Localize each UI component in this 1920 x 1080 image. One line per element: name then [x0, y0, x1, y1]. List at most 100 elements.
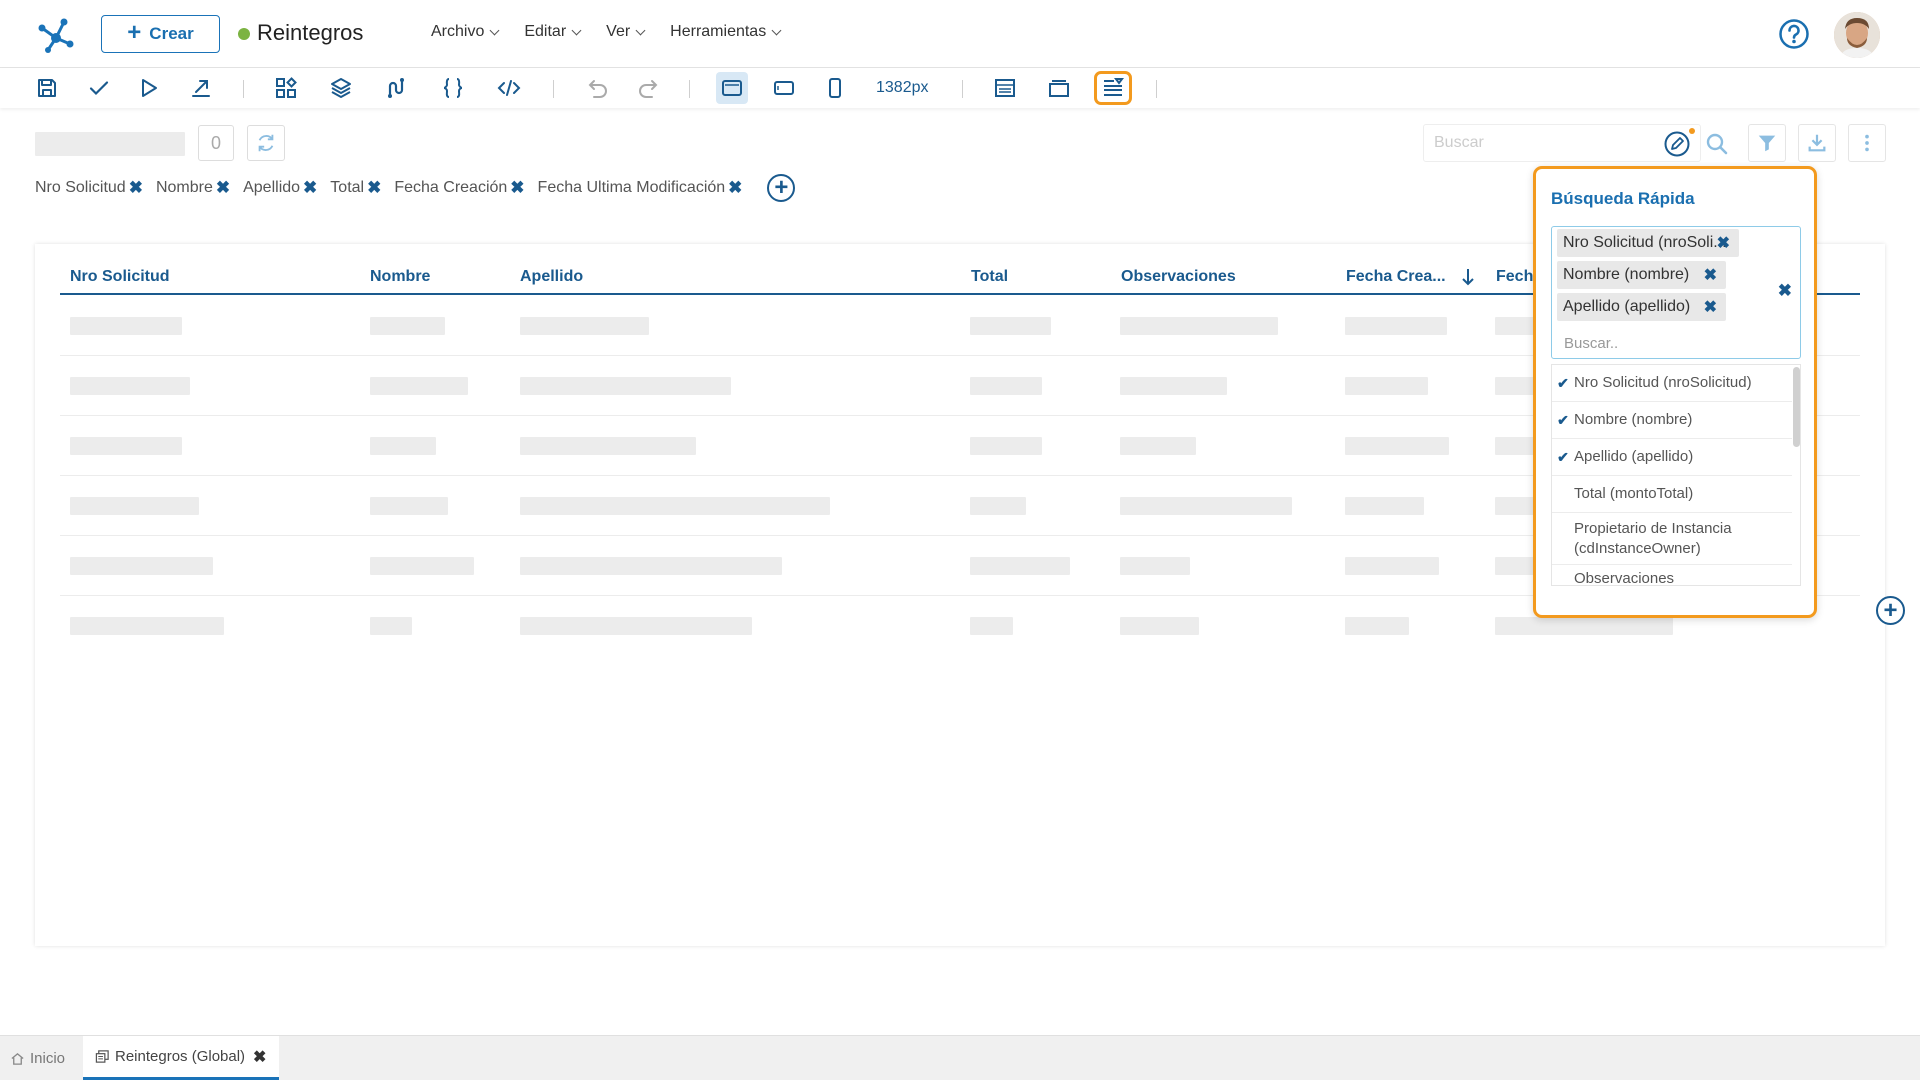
cell-placeholder: [70, 617, 224, 635]
remove-chip-icon[interactable]: ✖: [510, 178, 524, 198]
cell-placeholder: [970, 617, 1013, 635]
column-header-total[interactable]: Total: [971, 268, 1008, 286]
chip-apellido: Apellido ✖: [243, 178, 318, 198]
search-icon[interactable]: [1704, 131, 1730, 157]
menu-editar[interactable]: Editar: [524, 23, 582, 41]
edit-search-icon[interactable]: [1663, 130, 1691, 158]
sort-descending-icon[interactable]: [1461, 268, 1475, 286]
quick-search-filter-input[interactable]: [1564, 335, 1764, 352]
tab-reintegros-global[interactable]: Reintegros (Global) ✖: [83, 1036, 279, 1080]
desktop-view-icon: [722, 80, 742, 96]
cell-placeholder: [370, 317, 445, 335]
cell-placeholder: [520, 437, 696, 455]
remove-chip-icon[interactable]: ✖: [303, 178, 317, 198]
add-column-button[interactable]: +: [1876, 596, 1905, 625]
cell-placeholder: [370, 437, 436, 455]
remove-tag-icon[interactable]: ✖: [1704, 297, 1717, 317]
code-button[interactable]: [493, 72, 525, 104]
remove-chip-icon[interactable]: ✖: [728, 178, 742, 198]
page-title: Reintegros: [257, 20, 364, 45]
option-nombre[interactable]: ✔ Nombre (nombre): [1552, 402, 1792, 439]
column-header-nombre[interactable]: Nombre: [370, 268, 430, 286]
panel-button[interactable]: [1043, 72, 1075, 104]
remove-tag-icon[interactable]: ✖: [1704, 265, 1717, 285]
more-options-button[interactable]: [1848, 124, 1886, 162]
user-avatar[interactable]: [1834, 12, 1880, 58]
save-icon: [38, 79, 56, 97]
layers-button[interactable]: [325, 72, 357, 104]
option-propietario-instancia[interactable]: Propietario de Instancia (cdInstanceOwne…: [1552, 513, 1792, 565]
cell-placeholder: [1495, 377, 1535, 395]
checkmark-icon: ✔: [1557, 411, 1569, 428]
remove-tag-icon[interactable]: ✖: [1717, 233, 1730, 253]
cell-placeholder: [1495, 617, 1673, 635]
tab-inicio[interactable]: Inicio: [10, 1036, 65, 1080]
remove-chip-icon[interactable]: ✖: [216, 178, 230, 198]
chevron-down-icon: [571, 25, 582, 35]
script-button[interactable]: [437, 72, 469, 104]
cell-placeholder: [970, 557, 1070, 575]
column-header-observaciones[interactable]: Observaciones: [1121, 268, 1236, 286]
main-menu: Archivo Editar Ver Herramientas: [431, 23, 806, 41]
mobile-view-button[interactable]: [819, 72, 851, 104]
menu-archivo[interactable]: Archivo: [431, 23, 500, 41]
refresh-button[interactable]: [247, 125, 285, 161]
plus-icon: +: [774, 174, 789, 201]
cell-placeholder: [1120, 437, 1196, 455]
flow-button[interactable]: [380, 72, 412, 104]
cell-placeholder: [520, 617, 752, 635]
quick-search-title: Búsqueda Rápida: [1551, 189, 1695, 208]
create-button[interactable]: + Crear: [101, 15, 220, 53]
cell-placeholder: [1345, 377, 1428, 395]
menu-herramientas[interactable]: Herramientas: [670, 23, 782, 41]
options-scrollbar[interactable]: [1793, 367, 1800, 447]
column-header-nro-solicitud[interactable]: Nro Solicitud: [70, 268, 170, 286]
download-button[interactable]: [1798, 124, 1836, 162]
checkmark-icon: ✔: [1557, 374, 1569, 391]
cell-placeholder: [370, 497, 448, 515]
option-total[interactable]: Total (montoTotal): [1552, 476, 1792, 513]
option-apellido[interactable]: ✔ Apellido (apellido): [1552, 439, 1792, 476]
cell-placeholder: [1345, 317, 1447, 335]
option-observaciones[interactable]: Observaciones: [1552, 565, 1792, 585]
column-header-fecha-creacion[interactable]: Fecha Crea...: [1346, 268, 1446, 286]
cell-placeholder: [1345, 437, 1449, 455]
publish-button[interactable]: [185, 72, 217, 104]
close-tab-icon[interactable]: ✖: [253, 1047, 266, 1067]
toolbar-separator: [962, 80, 963, 98]
cell-placeholder: [1345, 557, 1439, 575]
tablet-view-button[interactable]: [768, 72, 800, 104]
code-icon: [497, 80, 521, 96]
widgets-button[interactable]: [270, 72, 302, 104]
menu-ver[interactable]: Ver: [606, 23, 646, 41]
undo-icon: [588, 80, 607, 98]
clear-all-icon[interactable]: ✖: [1778, 281, 1792, 301]
quick-search-chips: Nro Solicitud ✖ Nombre ✖ Apellido ✖ Total ✖ …: [35, 174, 796, 202]
undo-button[interactable]: [582, 72, 614, 104]
cell-placeholder: [70, 377, 190, 395]
add-chip-button[interactable]: +: [767, 174, 796, 202]
column-header-fecha-modificacion[interactable]: Fech: [1496, 268, 1533, 286]
filter-button[interactable]: [1748, 124, 1786, 162]
layout-button[interactable]: [989, 72, 1021, 104]
chevron-down-icon: [771, 25, 782, 35]
quick-search-multiselect[interactable]: Nro Solicitud (nroSoli... ✖ Nombre (nombr…: [1551, 226, 1801, 359]
checkmark-icon: ✔: [1557, 448, 1569, 465]
search-input[interactable]: [1434, 134, 1634, 152]
app-header: + Crear Reintegros Archivo Editar Ver He…: [0, 0, 1920, 68]
remove-chip-icon[interactable]: ✖: [129, 178, 143, 198]
app-logo-icon[interactable]: [36, 14, 76, 54]
save-button[interactable]: [31, 72, 63, 104]
remove-chip-icon[interactable]: ✖: [367, 178, 381, 198]
cell-placeholder: [1345, 617, 1409, 635]
quick-search-config-button[interactable]: [1094, 71, 1132, 105]
validate-button[interactable]: [83, 72, 115, 104]
desktop-view-button[interactable]: [716, 72, 748, 104]
option-nro-solicitud[interactable]: ✔ Nro Solicitud (nroSolicitud): [1552, 365, 1792, 402]
cell-placeholder: [70, 497, 199, 515]
help-icon[interactable]: [1778, 18, 1810, 50]
redo-button[interactable]: [632, 72, 664, 104]
chevron-down-icon: [489, 25, 500, 35]
column-header-apellido[interactable]: Apellido: [520, 268, 583, 286]
run-button[interactable]: [133, 72, 165, 104]
